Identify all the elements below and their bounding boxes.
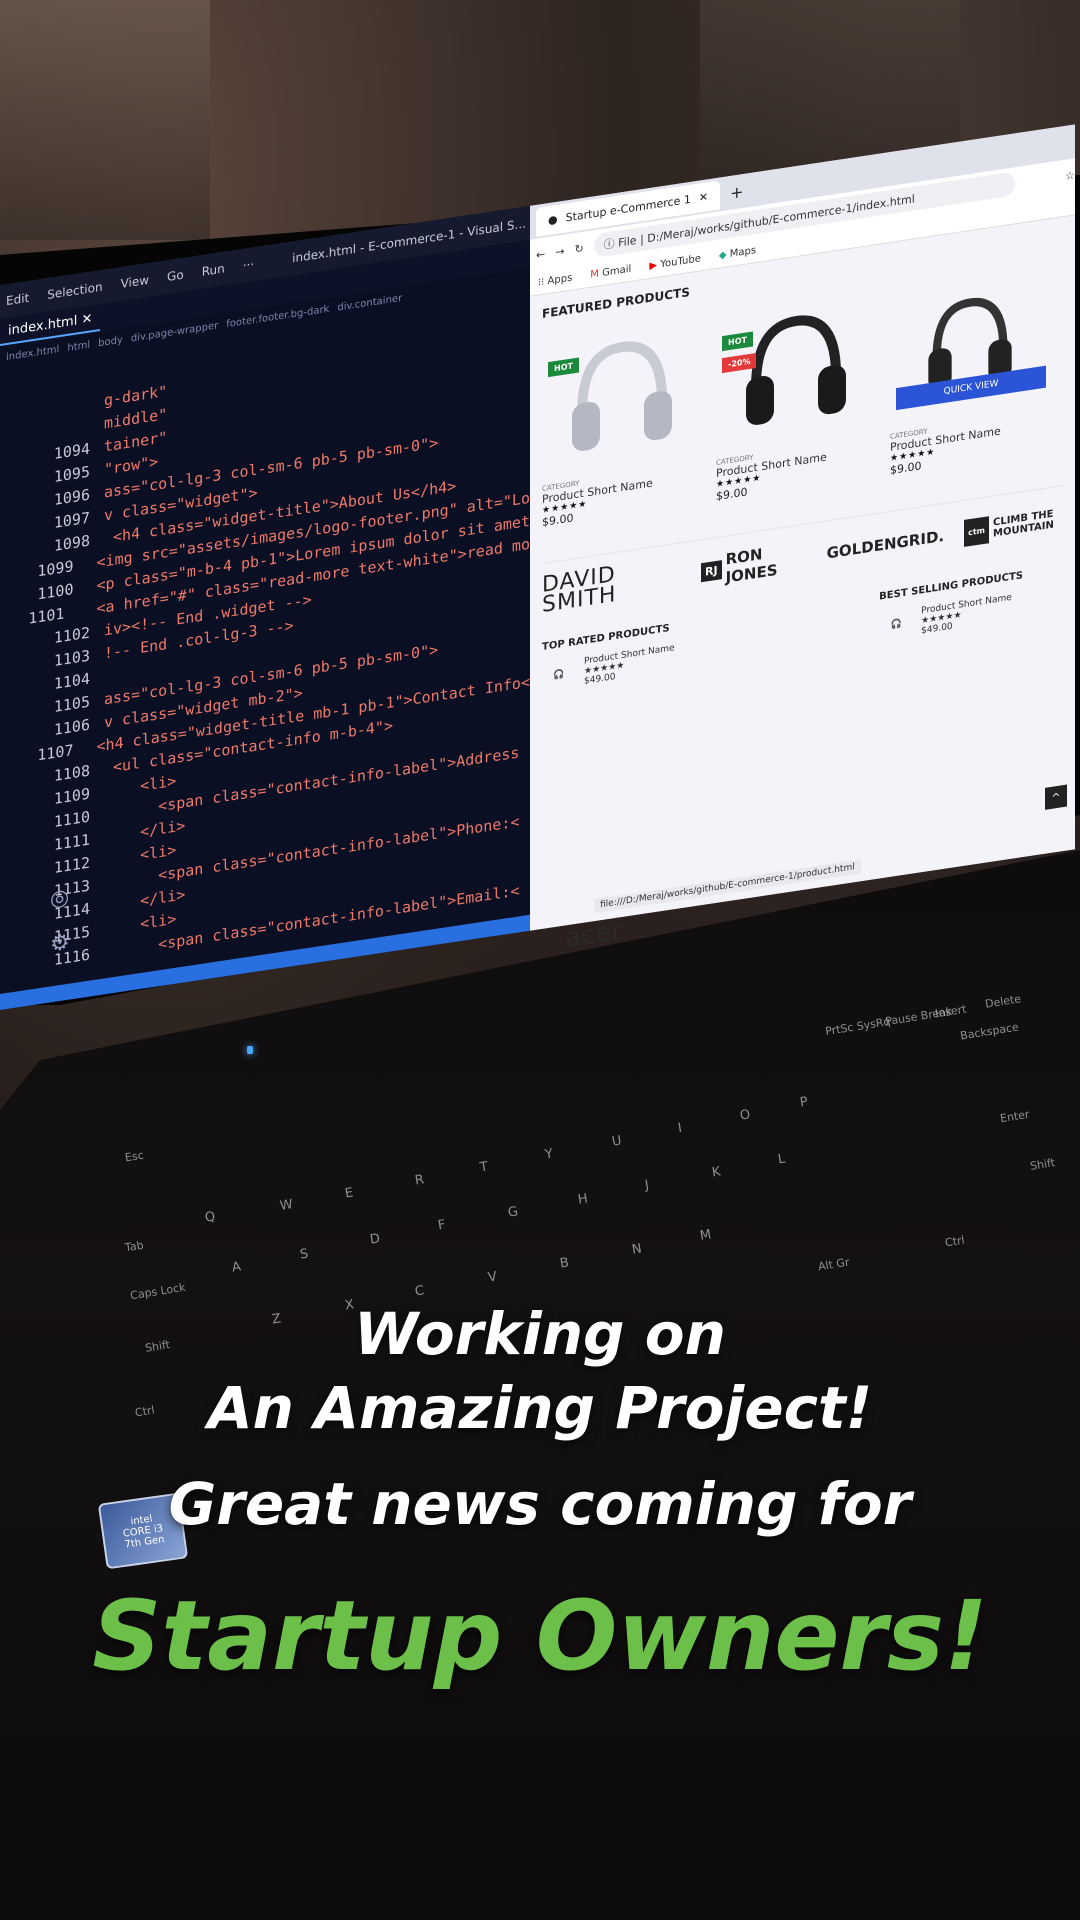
- bookmark-label: Maps: [729, 244, 757, 260]
- product-card[interactable]: QUICK VIEW CATEGORY Product Short Name ★…: [890, 253, 1050, 477]
- headphones-thumbnail: 🎧: [890, 619, 902, 631]
- youtube-icon: ▶: [649, 259, 658, 272]
- caption-line-2: An Amazing Project!: [207, 1374, 873, 1442]
- key-g[interactable]: G: [507, 1204, 519, 1220]
- breadcrumb-item[interactable]: body: [98, 334, 123, 349]
- bookmark-label: Gmail: [602, 263, 632, 279]
- scroll-to-top-button[interactable]: ^: [1045, 784, 1067, 810]
- menu-more[interactable]: ···: [243, 257, 254, 273]
- key-h[interactable]: H: [577, 1191, 589, 1207]
- gear-icon[interactable]: ⚙: [50, 930, 70, 958]
- bookmark-gmail[interactable]: M Gmail: [590, 263, 631, 280]
- menu-selection[interactable]: Selection: [47, 280, 102, 302]
- back-icon[interactable]: ←: [536, 247, 545, 261]
- forward-icon[interactable]: →: [555, 244, 564, 258]
- best-selling-list: BEST SELLING PRODUCTS 🎧 Product Short Na…: [879, 570, 1023, 644]
- brand-logo-david-smith: DAVID SMITH: [542, 561, 617, 618]
- browser-window: ● Startup e-Commerce 1 ✕ + ← → ↻ ⓘ File …: [530, 124, 1075, 931]
- caption-line-1: Working on: [354, 1300, 726, 1368]
- url-scheme: File: [618, 233, 637, 250]
- menu-run[interactable]: Run: [202, 261, 225, 278]
- brand-logo-ron-jones: RJ RON JONES: [701, 538, 807, 590]
- bookmark-apps[interactable]: ⁝⁝ Apps: [538, 272, 572, 288]
- product-card[interactable]: HOT -20% CATEGORY Product Short Name ★★★…: [716, 279, 876, 503]
- bookmark-youtube[interactable]: ▶ YouTube: [649, 253, 701, 272]
- code-area[interactable]: g-dark" middle" 1094 tainer" 1095 "row"> 1096 a…: [0, 326, 530, 980]
- breadcrumb-item[interactable]: index.html: [6, 344, 59, 363]
- account-icon[interactable]: ◎: [50, 885, 70, 913]
- menu-go[interactable]: Go: [167, 268, 184, 284]
- favicon-icon: ●: [548, 212, 558, 227]
- new-tab-icon[interactable]: +: [730, 181, 743, 202]
- menu-view[interactable]: View: [121, 273, 149, 291]
- maps-icon: ◆: [718, 248, 727, 262]
- key-o[interactable]: O: [739, 1107, 751, 1123]
- key-d[interactable]: D: [369, 1231, 381, 1247]
- background-wall: [0, 0, 210, 240]
- photo-scene: Edit Selection View Go Run ··· index.htm…: [0, 0, 1080, 1920]
- brand-name: RON JONES: [725, 545, 778, 587]
- caption-line-3: Great news coming for: [168, 1470, 912, 1538]
- web-page: FEATURED PRODUCTS HOT CATEGORY Product S…: [530, 215, 1075, 704]
- breadcrumb-item[interactable]: div.container: [337, 292, 402, 313]
- ctm-mark: ctm: [964, 515, 989, 547]
- apps-grid-icon: ⁝⁝: [538, 276, 545, 289]
- gmail-icon: M: [590, 267, 599, 281]
- key-k[interactable]: K: [711, 1164, 722, 1180]
- product-card[interactable]: HOT CATEGORY Product Short Name ★★★★★ $9…: [542, 305, 702, 529]
- rj-mark: RJ: [701, 559, 722, 582]
- menu-edit[interactable]: Edit: [6, 291, 29, 308]
- bookmark-label: Apps: [547, 271, 573, 287]
- caption-headline: Startup Owners!: [92, 1580, 988, 1692]
- star-icon[interactable]: ☆: [1065, 168, 1075, 182]
- key-w[interactable]: W: [279, 1197, 294, 1214]
- key-m[interactable]: M: [699, 1227, 712, 1244]
- top-rated-list: TOP RATED PRODUCTS 🎧 Product Short Name …: [542, 622, 675, 695]
- close-icon[interactable]: ✕: [699, 190, 708, 204]
- breadcrumb-item[interactable]: html: [67, 339, 90, 353]
- power-led: [247, 1046, 253, 1054]
- product-grid: HOT CATEGORY Product Short Name ★★★★★ $9…: [542, 251, 1063, 529]
- brand-name: CLIMB THE MOUNTAIN: [993, 508, 1054, 540]
- code-editor: Edit Selection View Go Run ··· index.htm…: [0, 205, 530, 1011]
- info-icon: ⓘ: [603, 237, 615, 252]
- headphones-image[interactable]: [542, 305, 702, 479]
- activity-bar-bottom: ◎ ⚙: [50, 885, 70, 958]
- headphones-thumbnail: 🎧: [553, 669, 565, 682]
- close-icon[interactable]: ✕: [81, 311, 92, 328]
- tab-label: index.html: [8, 312, 78, 339]
- bookmark-maps[interactable]: ◆ Maps: [719, 245, 756, 262]
- key-q[interactable]: Q: [204, 1209, 216, 1225]
- reload-icon[interactable]: ↻: [574, 241, 583, 255]
- brand-logo-goldengrid: GOLDENGRID.: [826, 526, 945, 563]
- key-n[interactable]: N: [631, 1241, 643, 1257]
- bookmark-label: YouTube: [660, 252, 701, 270]
- brand-logo-climb: ctm CLIMB THE MOUNTAIN: [964, 505, 1063, 547]
